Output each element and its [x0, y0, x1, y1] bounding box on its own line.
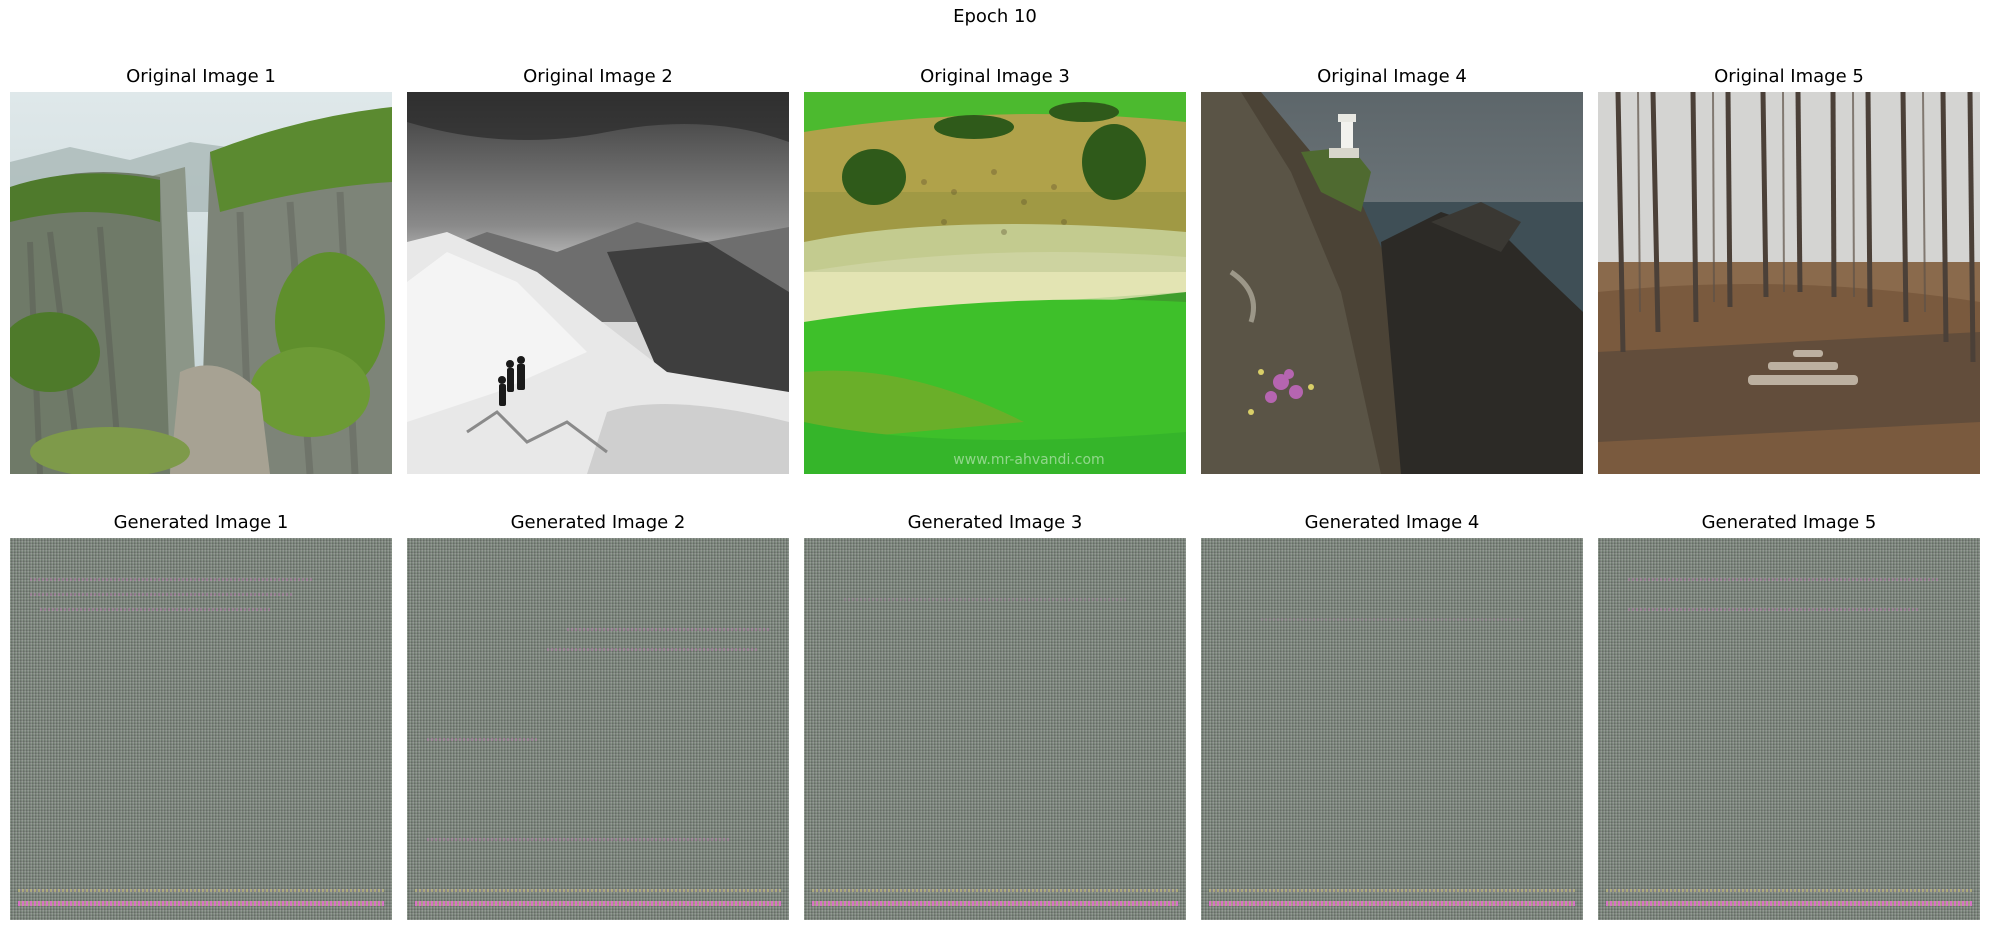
generated-image-1-title: Generated Image 1 — [113, 512, 289, 533]
generated-image-4 — [1201, 538, 1583, 920]
original-image-1-title: Original Image 1 — [126, 66, 276, 87]
original-image-2 — [407, 92, 789, 474]
generated-image-1 — [10, 538, 392, 920]
generated-image-4-title: Generated Image 4 — [1304, 512, 1480, 533]
generated-image-2 — [407, 538, 789, 920]
original-image-3: www.mr-ahvandi.com — [804, 92, 1186, 474]
original-image-2-title: Original Image 2 — [523, 66, 673, 87]
generated-image-2-title: Generated Image 2 — [510, 512, 686, 533]
generated-image-3 — [804, 538, 1186, 920]
generated-image-5 — [1598, 538, 1980, 920]
original-image-4 — [1201, 92, 1583, 474]
original-image-5 — [1598, 92, 1980, 474]
original-image-1 — [10, 92, 392, 474]
generated-image-3-title: Generated Image 3 — [907, 512, 1083, 533]
original-image-5-title: Original Image 5 — [1714, 66, 1864, 87]
original-image-3-title: Original Image 3 — [920, 66, 1070, 87]
generated-image-5-title: Generated Image 5 — [1701, 512, 1877, 533]
original-image-4-title: Original Image 4 — [1317, 66, 1467, 87]
figure-title: Epoch 10 — [953, 6, 1037, 27]
watermark-text: www.mr-ahvandi.com — [953, 452, 1104, 468]
